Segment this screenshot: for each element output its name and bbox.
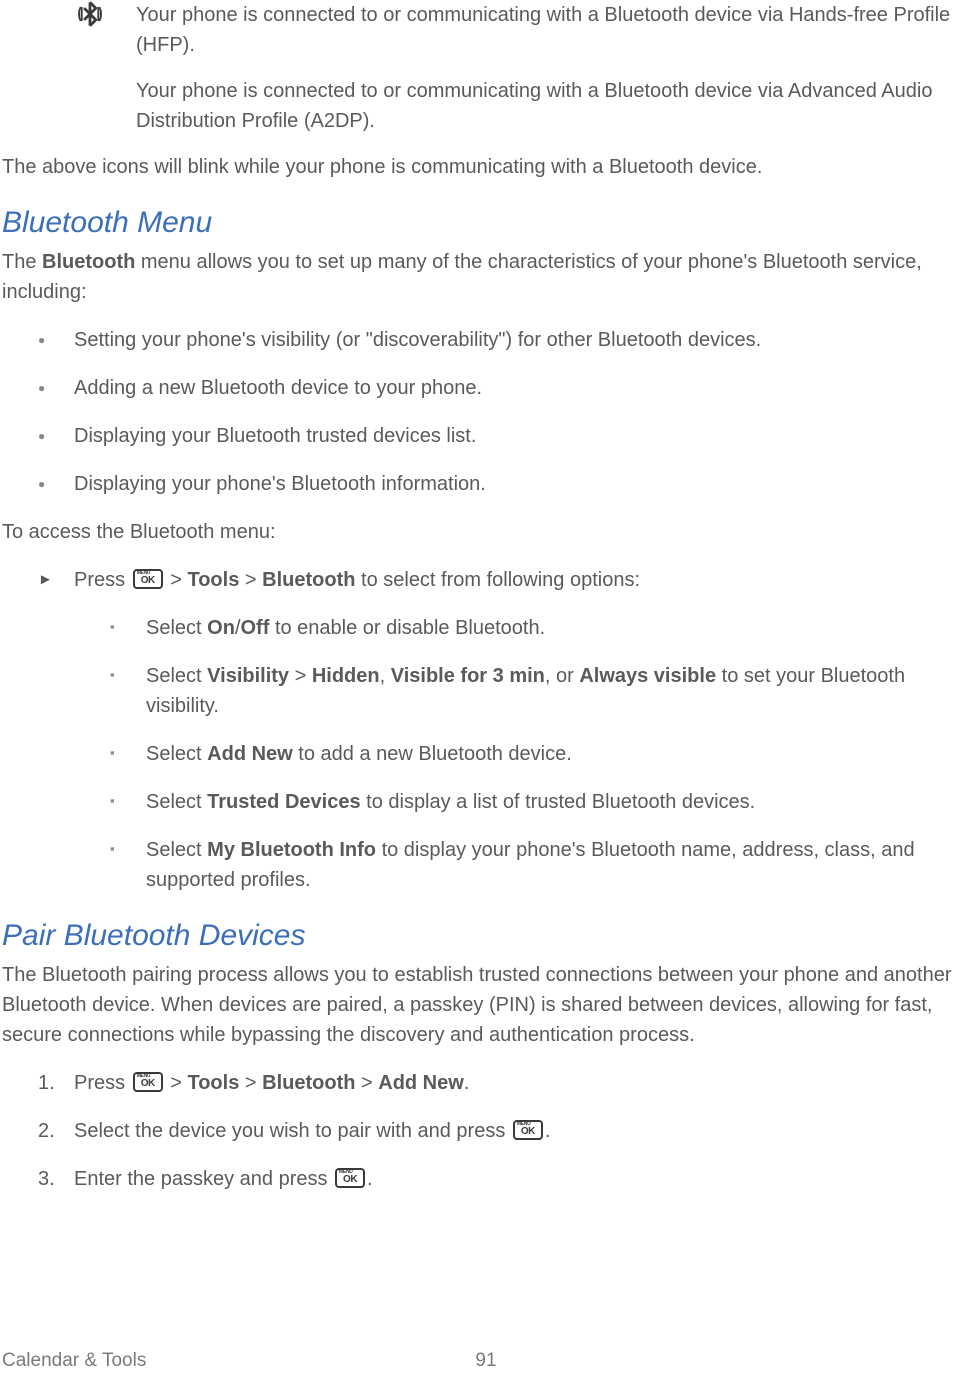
list-item: Select Visibility > Hidden, Visible for …	[74, 661, 970, 721]
list-item: Displaying your Bluetooth trusted device…	[2, 421, 970, 451]
text: to select from following options:	[355, 569, 640, 591]
menu-ok-key-icon	[133, 1072, 163, 1092]
list-item: Press > Tools > Bluetooth to select from…	[2, 565, 970, 895]
text: .	[464, 1072, 470, 1094]
bold-text: Trusted Devices	[207, 791, 360, 813]
text: to add a new Bluetooth device.	[293, 743, 572, 765]
list-item: Displaying your phone's Bluetooth inform…	[2, 469, 970, 499]
list-item: Select On/Off to enable or disable Bluet…	[74, 613, 970, 643]
bold-text: Bluetooth	[42, 251, 135, 273]
bold-text: Hidden	[312, 665, 380, 687]
menu-ok-key-icon	[513, 1120, 543, 1140]
list-item: Select the device you wish to pair with …	[2, 1116, 970, 1146]
text: menu allows you to set up many of the ch…	[2, 251, 922, 303]
text: Enter the passkey and press	[74, 1168, 333, 1190]
text: >	[289, 665, 312, 687]
icon-description-hfp: Your phone is connected to or communicat…	[78, 0, 970, 60]
list-item: Adding a new Bluetooth device to your ph…	[2, 373, 970, 403]
text: >	[165, 1072, 188, 1094]
text: >	[165, 569, 188, 591]
heading-bluetooth-menu: Bluetooth Menu	[2, 200, 970, 245]
bold-text: Tools	[187, 1072, 239, 1094]
bold-text: On	[207, 617, 235, 639]
bold-text: Off	[241, 617, 270, 639]
pair-steps-list: Press > Tools > Bluetooth > Add New. Sel…	[2, 1068, 970, 1194]
text: >	[239, 569, 262, 591]
bold-text: Bluetooth	[262, 569, 355, 591]
list-item: Enter the passkey and press .	[2, 1164, 970, 1194]
icon-description-row-a2dp: Your phone is connected to or communicat…	[2, 76, 970, 136]
list-item: Select My Bluetooth Info to display your…	[74, 835, 970, 895]
bold-text: Bluetooth	[262, 1072, 355, 1094]
text: Select	[146, 839, 207, 861]
heading-pair-bluetooth: Pair Bluetooth Devices	[2, 913, 970, 958]
icon-description-a2dp: Your phone is connected to or communicat…	[78, 76, 970, 136]
text: Select	[146, 665, 207, 687]
text: , or	[545, 665, 579, 687]
icon-description-row-hfp: Your phone is connected to or communicat…	[2, 0, 970, 60]
text: >	[355, 1072, 378, 1094]
text: Select the device you wish to pair with …	[74, 1120, 511, 1142]
bluetooth-menu-features-list: Setting your phone's visibility (or "dis…	[2, 325, 970, 499]
page-footer: Calendar & Tools 91	[2, 1347, 970, 1376]
text: >	[239, 1072, 262, 1094]
bold-text: Always visible	[579, 665, 716, 687]
text: Press	[74, 1072, 131, 1094]
bold-text: Add New	[207, 743, 293, 765]
list-item: Select Trusted Devices to display a list…	[74, 787, 970, 817]
list-item: Setting your phone's visibility (or "dis…	[2, 325, 970, 355]
text: Press	[74, 569, 131, 591]
footer-page-number: 91	[475, 1347, 496, 1376]
bold-text: My Bluetooth Info	[207, 839, 376, 861]
bold-text: Tools	[187, 569, 239, 591]
text: .	[545, 1120, 551, 1142]
text: to display a list of trusted Bluetooth d…	[361, 791, 756, 813]
bold-text: Visibility	[207, 665, 289, 687]
access-intro: To access the Bluetooth menu:	[2, 517, 970, 547]
blink-note: The above icons will blink while your ph…	[2, 152, 970, 182]
access-steps: Press > Tools > Bluetooth to select from…	[2, 565, 970, 895]
bluetooth-a2dp-icon	[76, 0, 104, 37]
text: ,	[380, 665, 391, 687]
text: Select	[146, 791, 207, 813]
text: to enable or disable Bluetooth.	[269, 617, 545, 639]
text: .	[367, 1168, 373, 1190]
text: The	[2, 251, 42, 273]
bluetooth-options-list: Select On/Off to enable or disable Bluet…	[74, 613, 970, 895]
list-item: Press > Tools > Bluetooth > Add New.	[2, 1068, 970, 1098]
list-item: Select Add New to add a new Bluetooth de…	[74, 739, 970, 769]
menu-ok-key-icon	[335, 1168, 365, 1188]
bluetooth-menu-intro: The Bluetooth menu allows you to set up …	[2, 247, 970, 307]
text: Select	[146, 743, 207, 765]
bold-text: Visible for 3 min	[391, 665, 545, 687]
menu-ok-key-icon	[133, 569, 163, 589]
pair-intro: The Bluetooth pairing process allows you…	[2, 960, 970, 1050]
text: Select	[146, 617, 207, 639]
bold-text: Add New	[378, 1072, 464, 1094]
